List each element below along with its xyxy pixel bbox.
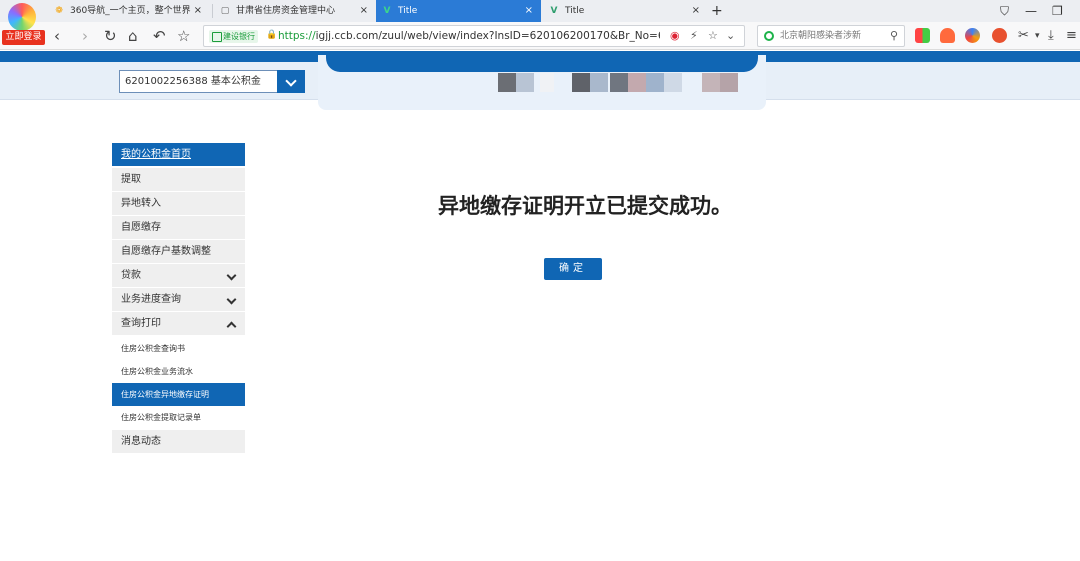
chevron-down-icon[interactable]: ⌄ xyxy=(726,26,735,46)
download-icon[interactable]: ⤓ xyxy=(1048,25,1054,47)
tab-strip: ❁ 360导航_一个主页，整个世界 × ▢ 甘肃省住房资金管理中心 × V Ti… xyxy=(0,0,1080,22)
subitem-remote-deposit-cert[interactable]: 住房公积金异地缴存证明 xyxy=(112,383,245,406)
undo-close-button[interactable]: ↶ xyxy=(153,25,166,47)
360-logo-icon xyxy=(8,3,36,31)
site-verified-badge[interactable]: 建设银行 xyxy=(209,30,258,43)
redacted-block xyxy=(646,73,682,92)
subitem-business-flow[interactable]: 住房公积金业务流水 xyxy=(112,360,245,383)
sidebar-item-base-adjust[interactable]: 自愿缴存户基数调整 xyxy=(112,240,245,263)
user-icon[interactable] xyxy=(992,28,1007,43)
search-engine-icon xyxy=(764,31,774,41)
close-icon[interactable]: × xyxy=(525,0,533,22)
tab-title: 360导航_一个主页，整个世界 xyxy=(70,6,191,16)
sidebar-item-voluntary-deposit[interactable]: 自愿缴存 xyxy=(112,216,245,239)
minimize-button[interactable]: — xyxy=(1025,0,1037,22)
chevron-down-icon xyxy=(226,270,237,281)
redacted-block xyxy=(702,73,738,92)
close-icon[interactable]: × xyxy=(360,0,368,22)
sidebar-item-label: 贷款 xyxy=(121,270,141,281)
sidebar-item-withdraw[interactable]: 提取 xyxy=(112,168,245,191)
new-tab-button[interactable]: + xyxy=(711,0,723,22)
search-text: 北京朝阳感染者涉新 xyxy=(780,31,862,41)
search-box[interactable]: 北京朝阳感染者涉新 ⚲ xyxy=(757,25,905,47)
close-icon[interactable]: × xyxy=(194,0,202,22)
bookmark-star-icon[interactable]: ☆ xyxy=(708,26,718,46)
sidebar-item-loan[interactable]: 贷款 xyxy=(112,264,245,287)
tab-title: Title xyxy=(398,6,418,16)
redacted-block xyxy=(540,73,554,92)
vue-icon: V xyxy=(550,6,558,16)
screenshot-icon[interactable]: ✂ xyxy=(1018,25,1029,47)
skin-icon[interactable]: ⛉ xyxy=(1000,0,1009,22)
restore-button[interactable]: ❐ xyxy=(1052,0,1063,22)
extension-icon[interactable] xyxy=(965,28,980,43)
menu-icon[interactable]: ≡ xyxy=(1066,25,1077,47)
tab-divider xyxy=(212,4,213,18)
close-icon[interactable]: × xyxy=(692,0,700,22)
chevron-down-icon[interactable]: ▾ xyxy=(1035,25,1040,47)
redacted-block xyxy=(498,73,534,92)
page-icon: ▢ xyxy=(220,6,230,16)
account-select[interactable]: 6201002256388 基本公积金 xyxy=(119,70,305,93)
redacted-block xyxy=(572,73,608,92)
lock-icon: 🔒 xyxy=(266,30,278,40)
home-button[interactable]: ⌂ xyxy=(128,25,138,47)
sidebar-item-home[interactable]: 我的公积金首页 xyxy=(112,143,245,166)
account-selected-value: 6201002256388 基本公积金 xyxy=(125,76,261,87)
confirm-button[interactable]: 确定 xyxy=(544,258,602,280)
success-message: 异地缴存证明开立已提交成功。 xyxy=(438,194,732,218)
tab-title-active[interactable]: V Title × xyxy=(376,0,541,22)
tab-360[interactable]: ❁ 360导航_一个主页，整个世界 × xyxy=(48,0,210,22)
tab-gansu-fund[interactable]: ▢ 甘肃省住房资金管理中心 × xyxy=(214,0,376,22)
tab-title: 甘肃省住房资金管理中心 xyxy=(236,6,336,16)
vue-icon: V xyxy=(383,6,391,16)
sidebar-item-messages[interactable]: 消息动态 xyxy=(112,430,245,453)
chevron-up-icon xyxy=(226,321,237,332)
address-bar[interactable]: 建设银行 🔒 https://igjj.ccb.com/zuul/web/vie… xyxy=(203,25,745,47)
sidebar-item-transfer-in[interactable]: 异地转入 xyxy=(112,192,245,215)
chevron-down-icon[interactable] xyxy=(277,70,305,93)
reload-button[interactable]: ↻ xyxy=(104,25,117,47)
url-text[interactable]: https://igjj.ccb.com/zuul/web/view/index… xyxy=(278,26,660,46)
360-icon: ❁ xyxy=(55,6,63,16)
back-button[interactable]: ‹ xyxy=(54,25,60,47)
adblock-icon[interactable]: ◉ xyxy=(670,26,680,46)
redacted-block xyxy=(610,73,646,92)
sidebar-item-progress[interactable]: 业务进度查询 xyxy=(112,288,245,311)
address-row: ‹ › ↻ ⌂ ↶ ☆ 建设银行 🔒 https://igjj.ccb.com/… xyxy=(0,22,1080,50)
favorite-button[interactable]: ☆ xyxy=(177,25,190,47)
speed-icon[interactable]: ⚡ xyxy=(690,26,698,46)
sidebar-item-label: 业务进度查询 xyxy=(121,294,181,305)
sidebar-item-query-print[interactable]: 查询打印 xyxy=(112,312,245,335)
url-scheme: https:// xyxy=(278,30,316,42)
sidebar-item-label: 查询打印 xyxy=(121,318,161,329)
apps-icon[interactable] xyxy=(915,28,930,43)
login-badge[interactable]: 立即登录 xyxy=(2,30,45,45)
forward-button[interactable]: › xyxy=(82,25,88,47)
subitem-query-book[interactable]: 住房公积金查询书 xyxy=(112,337,245,360)
tab-title: Title xyxy=(565,6,585,16)
tab-title-2[interactable]: V Title × xyxy=(543,0,708,22)
chevron-down-icon xyxy=(226,294,237,305)
subitem-withdraw-record[interactable]: 住房公积金提取记录单 xyxy=(112,406,245,429)
game-icon[interactable] xyxy=(940,28,955,43)
search-icon[interactable]: ⚲ xyxy=(890,26,898,46)
browser-logo[interactable]: 立即登录 xyxy=(2,3,45,45)
url-rest: igjj.ccb.com/zuul/web/view/index?InsID=6… xyxy=(315,30,660,42)
